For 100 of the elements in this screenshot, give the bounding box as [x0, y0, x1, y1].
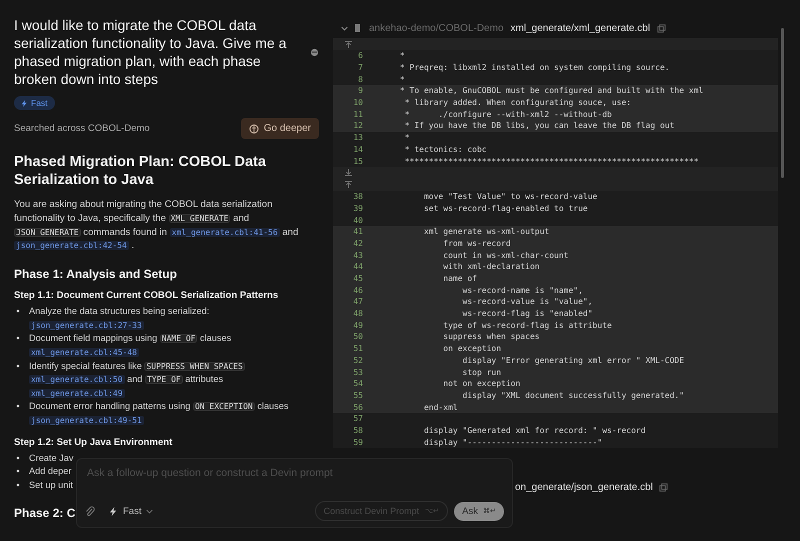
code-line: display "XML document successfully generated.": [462, 390, 684, 400]
code-line: ws-record-value is "value",: [462, 297, 593, 306]
line-number: 40: [352, 216, 363, 225]
bullet: •: [15, 452, 21, 465]
code-line: *: [398, 51, 405, 60]
code-line: *************************************************************: [404, 156, 699, 166]
code-line: * tectonics: cobc: [404, 144, 487, 154]
line-number: 7: [357, 63, 363, 72]
code-line: ws-record-name is "name",: [462, 286, 583, 295]
line-number: 57: [352, 414, 363, 424]
bullet: •: [15, 305, 21, 318]
line-number: 47: [352, 297, 363, 306]
lightning-icon: [21, 100, 28, 106]
code-line: suppress when spaces: [442, 332, 540, 342]
file-reference-link[interactable]: json_generate.cbl:27-33: [29, 320, 144, 330]
step-heading: Step 1.2: Set Up Java Environment: [14, 436, 174, 448]
search-note: Searched across COBOL-Demo: [14, 123, 150, 134]
line-number: 58: [352, 426, 363, 435]
bullet: •: [15, 360, 21, 373]
line-number: 46: [352, 286, 363, 295]
line-number: 45: [352, 274, 363, 284]
mode-selector[interactable]: Fast: [109, 506, 154, 516]
code-line: xml generate ws-xml-output: [422, 227, 550, 236]
line-number: 42: [352, 238, 363, 248]
line-number: 44: [352, 262, 363, 272]
list-item-text: Create Jav: [29, 452, 74, 465]
code-line: on exception: [442, 344, 502, 354]
file-path: xml_generate/xml_generate.cbl: [510, 22, 650, 34]
line-number: 39: [352, 204, 363, 213]
answer-title: Phased Migration Plan: COBOL Data Serialization to Java: [14, 153, 267, 189]
line-number: 54: [352, 379, 363, 388]
file-reference-link[interactable]: json_generate.cbl:42-54: [14, 241, 129, 250]
line-number: 11: [352, 110, 363, 119]
code-line: * Preqreq: libxml2 installed on system compiling source.: [398, 63, 670, 72]
line-number: 56: [352, 402, 363, 412]
bullet: •: [15, 332, 21, 346]
code-line: from ws-record: [442, 238, 511, 248]
answer-paragraph: You are asking about migrating the COBOL data serialization functionality to Java, specifically the XML GENERATE and JSON GENERATE commands found in xml_generate.cbl:41-56 and json_generate.cbl:42-54 .: [14, 198, 300, 254]
go-deeper-button[interactable]: Go deeper: [240, 118, 319, 139]
code-line: with xml-declaration: [442, 262, 540, 272]
code-line: ws-record-flag is "enabled": [462, 309, 593, 318]
expand-down-icon[interactable]: [345, 169, 352, 176]
paperclip-icon[interactable]: [85, 506, 95, 516]
code-line: *: [404, 133, 410, 142]
code-line: * library added. When configurating souce, use:: [404, 98, 632, 108]
file-reference-link[interactable]: xml_generate.cbl:45-48: [29, 348, 139, 357]
code-line: * If you have the DB libs, you can leave the DB flag out: [404, 121, 674, 130]
line-number: 49: [352, 320, 363, 330]
user-question: I would like to migrate the COBOL data serialization functionality to Java. Give me a phased migration plan, with each phase broken down into steps: [14, 16, 288, 88]
line-number: 9: [357, 86, 363, 96]
line-number: 51: [352, 344, 363, 354]
code-line: display "Error generating xml error " XML-CODE: [462, 356, 684, 365]
list-item-text: Analyze the data structures being serialized: json_generate.cbl:27-33: [29, 305, 210, 332]
code-line: display "Generated xml for record: " ws-record: [422, 426, 646, 435]
code-line: count in ws-xml-char-count: [442, 250, 568, 260]
scrollbar[interactable]: [781, 28, 784, 178]
repo-name: ankehao-demo/COBOL-Demo: [369, 22, 504, 34]
line-number: 6: [357, 51, 363, 60]
line-number: 48: [352, 309, 363, 318]
file-reference-link[interactable]: xml_generate.cbl:50: [29, 375, 125, 384]
file-reference-link[interactable]: xml_generate.cbl:49: [29, 388, 125, 398]
chevron-down-icon[interactable]: [341, 24, 348, 32]
expand-up-icon[interactable]: [345, 181, 352, 188]
mode-badge: Fast: [14, 96, 55, 110]
file-reference-link[interactable]: xml_generate.cbl:41-56: [170, 228, 280, 237]
line-number: 41: [352, 227, 363, 236]
code-line: end-xml: [422, 402, 458, 412]
line-number: 55: [352, 390, 363, 400]
line-number: 12: [352, 121, 363, 130]
copy-icon[interactable]: [658, 483, 668, 492]
code-line: not on exception: [442, 379, 520, 388]
list-item-text: Set up unit: [29, 478, 73, 492]
line-number: 52: [352, 356, 363, 365]
line-number: 8: [357, 74, 363, 84]
line-number: 15: [352, 156, 363, 166]
line-number: 38: [352, 192, 363, 202]
line-number: 10: [352, 98, 363, 108]
step-heading: Step 1.1: Document Current COBOL Serialization Patterns: [14, 290, 280, 302]
file-icon: [355, 24, 362, 32]
list-item-text: Document field mappings using NAME OF clauses xml_generate.cbl:45-48: [29, 332, 232, 359]
line-number: 53: [352, 368, 363, 377]
bullet: •: [15, 465, 21, 478]
expand-up-icon[interactable]: [345, 40, 352, 48]
bullet: •: [15, 478, 21, 492]
code-line: * ./configure --with-xml2 --without-db: [404, 110, 612, 119]
file-reference-link[interactable]: json_generate.cbl:49-51: [29, 416, 144, 425]
phase-heading: Phase 1: Analysis and Setup: [14, 267, 177, 282]
bullet: •: [15, 400, 21, 414]
line-number: 14: [352, 144, 363, 154]
line-number: 50: [352, 332, 363, 342]
code-line: move "Test Value" to ws-record-value: [422, 192, 598, 202]
chevron-down-icon: [146, 508, 154, 514]
file-path: on_generate/json_generate.cbl: [515, 482, 653, 493]
copy-icon[interactable]: [657, 24, 666, 32]
code-line: name of: [442, 274, 477, 284]
code-line: * To enable, GnuCOBOL must be configured and built with the xml: [398, 86, 704, 96]
lightning-icon: [109, 506, 118, 516]
list-item-text: Add deper: [29, 465, 72, 478]
code-line: display "---------------------------": [422, 438, 602, 447]
list-item-text: Document error handling patterns using ON EXCEPTION clauses json_generate.cbl:49-51: [29, 400, 290, 427]
